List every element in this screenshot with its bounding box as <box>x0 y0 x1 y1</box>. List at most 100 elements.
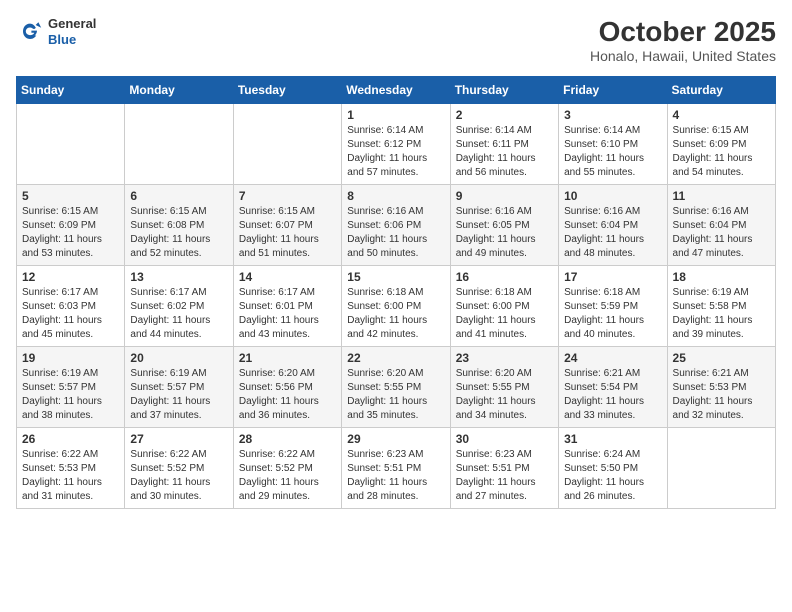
day-number: 18 <box>673 270 770 284</box>
day-number: 27 <box>130 432 227 446</box>
day-info: Sunrise: 6:22 AMSunset: 5:52 PMDaylight:… <box>239 449 319 502</box>
week-row-3: 12 Sunrise: 6:17 AMSunset: 6:03 PMDayligh… <box>17 266 776 347</box>
day-info: Sunrise: 6:17 AMSunset: 6:02 PMDaylight:… <box>130 287 210 340</box>
calendar-cell: 21 Sunrise: 6:20 AMSunset: 5:56 PMDayligh… <box>233 347 341 428</box>
calendar-cell <box>125 104 233 185</box>
day-info: Sunrise: 6:17 AMSunset: 6:03 PMDaylight:… <box>22 287 102 340</box>
calendar-cell: 16 Sunrise: 6:18 AMSunset: 6:00 PMDayligh… <box>450 266 558 347</box>
calendar-cell: 18 Sunrise: 6:19 AMSunset: 5:58 PMDayligh… <box>667 266 775 347</box>
calendar-cell <box>667 428 775 509</box>
day-info: Sunrise: 6:19 AMSunset: 5:58 PMDaylight:… <box>673 287 753 340</box>
logo-blue-text: Blue <box>48 32 96 48</box>
week-row-4: 19 Sunrise: 6:19 AMSunset: 5:57 PMDayligh… <box>17 347 776 428</box>
calendar-cell: 3 Sunrise: 6:14 AMSunset: 6:10 PMDaylight… <box>559 104 667 185</box>
day-info: Sunrise: 6:22 AMSunset: 5:52 PMDaylight:… <box>130 449 210 502</box>
calendar-cell: 6 Sunrise: 6:15 AMSunset: 6:08 PMDaylight… <box>125 185 233 266</box>
header-tuesday: Tuesday <box>233 77 341 104</box>
day-info: Sunrise: 6:23 AMSunset: 5:51 PMDaylight:… <box>347 449 427 502</box>
logo-icon <box>16 18 44 46</box>
day-number: 19 <box>22 351 119 365</box>
calendar-cell: 23 Sunrise: 6:20 AMSunset: 5:55 PMDayligh… <box>450 347 558 428</box>
header-wednesday: Wednesday <box>342 77 450 104</box>
day-number: 7 <box>239 189 336 203</box>
day-number: 17 <box>564 270 661 284</box>
calendar-cell: 4Sunrise: 6:15 AMSunset: 6:09 PMDaylight… <box>667 104 775 185</box>
day-info: Sunrise: 6:17 AMSunset: 6:01 PMDaylight:… <box>239 287 319 340</box>
calendar-cell: 25Sunrise: 6:21 AMSunset: 5:53 PMDayligh… <box>667 347 775 428</box>
calendar-header-row: Sunday Monday Tuesday Wednesday Thursday… <box>17 77 776 104</box>
logo: General Blue <box>16 16 96 47</box>
day-number: 28 <box>239 432 336 446</box>
day-info: Sunrise: 6:16 AMSunset: 6:06 PMDaylight:… <box>347 206 427 259</box>
calendar-cell: 30Sunrise: 6:23 AMSunset: 5:51 PMDayligh… <box>450 428 558 509</box>
day-info: Sunrise: 6:24 AMSunset: 5:50 PMDaylight:… <box>564 449 644 502</box>
header-friday: Friday <box>559 77 667 104</box>
day-number: 26 <box>22 432 119 446</box>
calendar-cell: 20 Sunrise: 6:19 AMSunset: 5:57 PMDayligh… <box>125 347 233 428</box>
day-number: 23 <box>456 351 553 365</box>
day-info: Sunrise: 6:21 AMSunset: 5:54 PMDaylight:… <box>564 368 644 421</box>
day-info: Sunrise: 6:19 AMSunset: 5:57 PMDaylight:… <box>22 368 102 421</box>
calendar-cell: 28 Sunrise: 6:22 AMSunset: 5:52 PMDayligh… <box>233 428 341 509</box>
day-info: Sunrise: 6:15 AMSunset: 6:09 PMDaylight:… <box>673 125 753 178</box>
calendar-cell: 31Sunrise: 6:24 AMSunset: 5:50 PMDayligh… <box>559 428 667 509</box>
day-info: Sunrise: 6:15 AMSunset: 6:07 PMDaylight:… <box>239 206 319 259</box>
day-number: 20 <box>130 351 227 365</box>
header-monday: Monday <box>125 77 233 104</box>
day-info: Sunrise: 6:20 AMSunset: 5:55 PMDaylight:… <box>456 368 536 421</box>
day-number: 3 <box>564 108 661 122</box>
calendar-cell: 17 Sunrise: 6:18 AMSunset: 5:59 PMDayligh… <box>559 266 667 347</box>
day-number: 29 <box>347 432 444 446</box>
day-info: Sunrise: 6:18 AMSunset: 5:59 PMDaylight:… <box>564 287 644 340</box>
logo-general: General <box>48 16 96 32</box>
day-info: Sunrise: 6:14 AMSunset: 6:11 PMDaylight:… <box>456 125 536 178</box>
calendar-cell: 12 Sunrise: 6:17 AMSunset: 6:03 PMDayligh… <box>17 266 125 347</box>
calendar-cell: 8Sunrise: 6:16 AMSunset: 6:06 PMDaylight… <box>342 185 450 266</box>
day-info: Sunrise: 6:14 AMSunset: 6:10 PMDaylight:… <box>564 125 644 178</box>
logo-text: General Blue <box>48 16 96 47</box>
day-info: Sunrise: 6:23 AMSunset: 5:51 PMDaylight:… <box>456 449 536 502</box>
calendar-cell: 22 Sunrise: 6:20 AMSunset: 5:55 PMDayligh… <box>342 347 450 428</box>
day-number: 21 <box>239 351 336 365</box>
day-number: 22 <box>347 351 444 365</box>
day-number: 1 <box>347 108 444 122</box>
day-info: Sunrise: 6:15 AMSunset: 6:08 PMDaylight:… <box>130 206 210 259</box>
day-info: Sunrise: 6:20 AMSunset: 5:56 PMDaylight:… <box>239 368 319 421</box>
location: Honalo, Hawaii, United States <box>590 48 776 64</box>
day-info: Sunrise: 6:16 AMSunset: 6:05 PMDaylight:… <box>456 206 536 259</box>
day-info: Sunrise: 6:18 AMSunset: 6:00 PMDaylight:… <box>456 287 536 340</box>
week-row-2: 5Sunrise: 6:15 AMSunset: 6:09 PMDaylight… <box>17 185 776 266</box>
day-number: 14 <box>239 270 336 284</box>
calendar-cell: 9Sunrise: 6:16 AMSunset: 6:05 PMDaylight… <box>450 185 558 266</box>
day-number: 25 <box>673 351 770 365</box>
calendar-cell: 14 Sunrise: 6:17 AMSunset: 6:01 PMDayligh… <box>233 266 341 347</box>
calendar-cell: 19 Sunrise: 6:19 AMSunset: 5:57 PMDayligh… <box>17 347 125 428</box>
day-number: 13 <box>130 270 227 284</box>
day-number: 10 <box>564 189 661 203</box>
title-area: October 2025 Honalo, Hawaii, United Stat… <box>590 16 776 64</box>
page-header: General Blue October 2025 Honalo, Hawaii… <box>16 16 776 64</box>
calendar-cell: 13 Sunrise: 6:17 AMSunset: 6:02 PMDayligh… <box>125 266 233 347</box>
day-number: 24 <box>564 351 661 365</box>
calendar-cell: 29 Sunrise: 6:23 AMSunset: 5:51 PMDayligh… <box>342 428 450 509</box>
week-row-1: 1Sunrise: 6:14 AMSunset: 6:12 PMDaylight… <box>17 104 776 185</box>
day-info: Sunrise: 6:18 AMSunset: 6:00 PMDaylight:… <box>347 287 427 340</box>
calendar-cell: 1Sunrise: 6:14 AMSunset: 6:12 PMDaylight… <box>342 104 450 185</box>
calendar-cell <box>17 104 125 185</box>
calendar-cell: 7 Sunrise: 6:15 AMSunset: 6:07 PMDaylight… <box>233 185 341 266</box>
day-info: Sunrise: 6:19 AMSunset: 5:57 PMDaylight:… <box>130 368 210 421</box>
week-row-5: 26Sunrise: 6:22 AMSunset: 5:53 PMDayligh… <box>17 428 776 509</box>
day-info: Sunrise: 6:16 AMSunset: 6:04 PMDaylight:… <box>564 206 644 259</box>
day-number: 16 <box>456 270 553 284</box>
day-number: 2 <box>456 108 553 122</box>
header-thursday: Thursday <box>450 77 558 104</box>
calendar-cell: 11Sunrise: 6:16 AMSunset: 6:04 PMDayligh… <box>667 185 775 266</box>
calendar-cell: 15Sunrise: 6:18 AMSunset: 6:00 PMDayligh… <box>342 266 450 347</box>
calendar-table: Sunday Monday Tuesday Wednesday Thursday… <box>16 76 776 509</box>
day-number: 5 <box>22 189 119 203</box>
day-info: Sunrise: 6:20 AMSunset: 5:55 PMDaylight:… <box>347 368 427 421</box>
day-number: 12 <box>22 270 119 284</box>
day-number: 6 <box>130 189 227 203</box>
calendar-cell: 5Sunrise: 6:15 AMSunset: 6:09 PMDaylight… <box>17 185 125 266</box>
calendar-cell: 27 Sunrise: 6:22 AMSunset: 5:52 PMDayligh… <box>125 428 233 509</box>
